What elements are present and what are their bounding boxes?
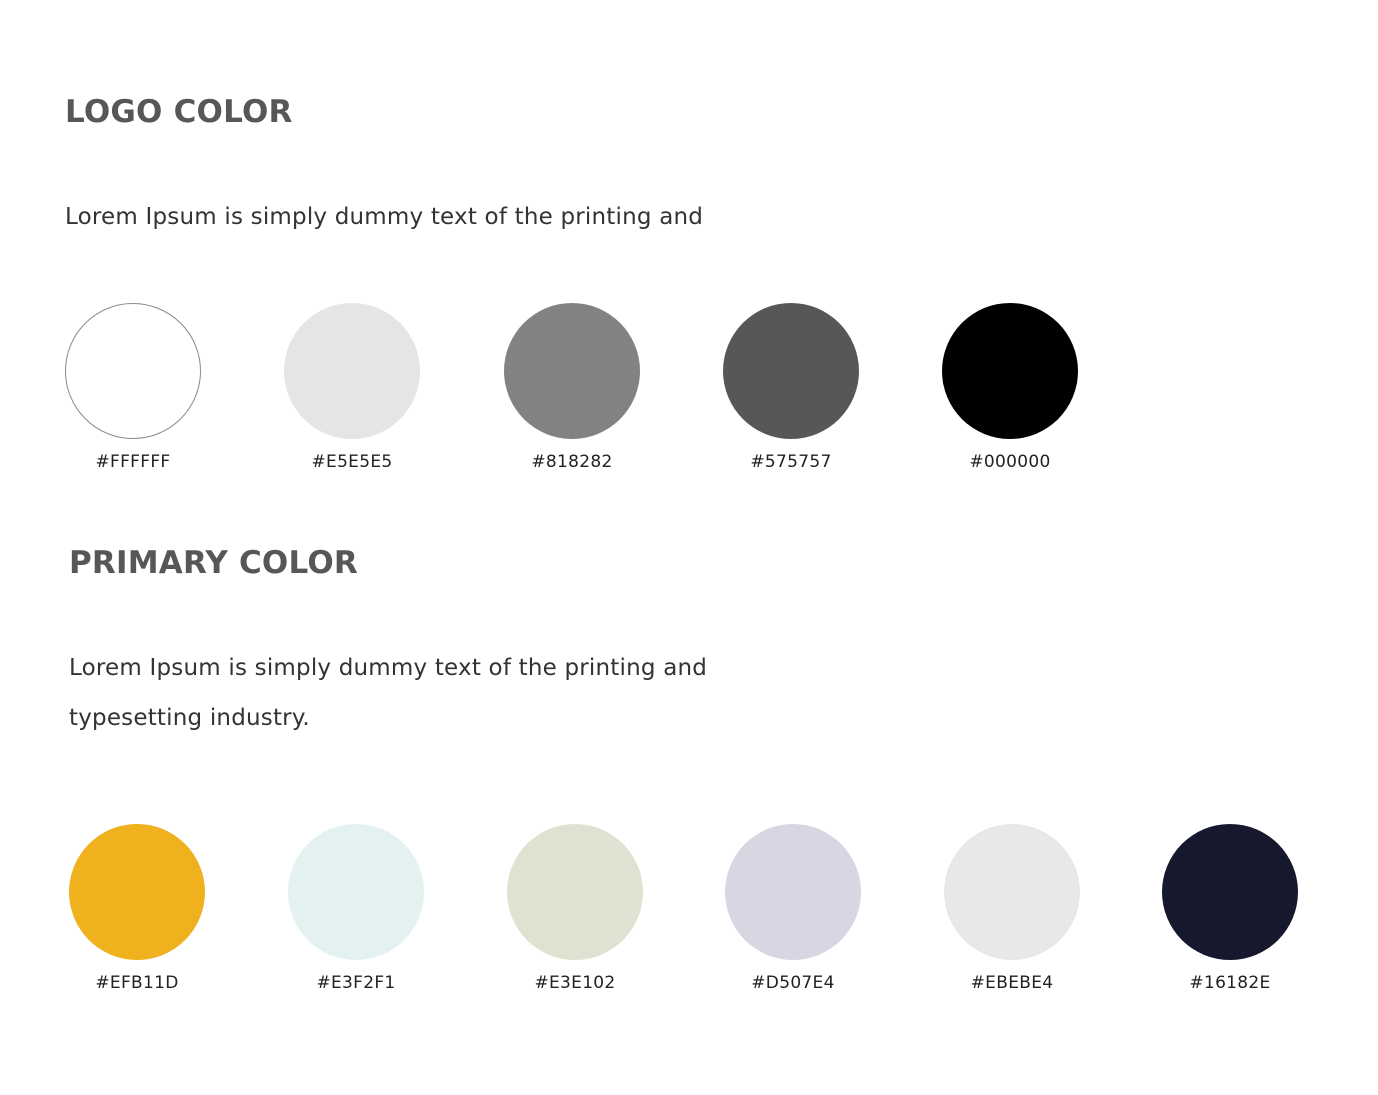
hex-label: #16182E [1189, 973, 1271, 993]
color-circle [284, 303, 420, 439]
logo-color-title: LOGO COLOR [65, 94, 293, 130]
hex-label: #FFFFFF [95, 452, 171, 472]
color-circle [942, 303, 1078, 439]
color-circle [1162, 824, 1298, 960]
swatch-black: #000000 [935, 303, 1085, 472]
swatch-mint: #E3F2F1 [281, 824, 431, 993]
swatch-dark-gray: #575757 [716, 303, 866, 472]
swatch-off-white: #EBEBE4 [937, 824, 1087, 993]
hex-label: #575757 [750, 452, 832, 472]
color-circle [723, 303, 859, 439]
primary-color-title: PRIMARY COLOR [69, 545, 358, 581]
hex-label: #818282 [531, 452, 613, 472]
swatch-beige: #E3E102 [500, 824, 650, 993]
primary-color-description: Lorem Ipsum is simply dummy text of the … [69, 643, 707, 743]
primary-color-description-line: Lorem Ipsum is simply dummy text of the … [69, 655, 708, 681]
swatch-light-gray: #E5E5E5 [277, 303, 427, 472]
color-circle [944, 824, 1080, 960]
color-circle [69, 824, 205, 960]
hex-label: #EBEBE4 [970, 973, 1054, 993]
hex-label: #E5E5E5 [311, 452, 393, 472]
swatch-mid-gray: #818282 [497, 303, 647, 472]
color-circle [725, 824, 861, 960]
swatch-lavender: #D507E4 [718, 824, 868, 993]
hex-label: #D507E4 [751, 973, 835, 993]
color-circle [507, 824, 643, 960]
logo-color-description-line: Lorem Ipsum is simply dummy text of the … [65, 204, 704, 230]
hex-label: #E3E102 [534, 973, 616, 993]
swatch-navy: #16182E [1155, 824, 1305, 993]
swatch-yellow: #EFB11D [62, 824, 212, 993]
color-circle [504, 303, 640, 439]
hex-label: #E3F2F1 [316, 973, 396, 993]
color-circle [288, 824, 424, 960]
hex-label: #000000 [969, 452, 1051, 472]
primary-color-description-line: typesetting industry. [69, 705, 310, 731]
hex-label: #EFB11D [95, 973, 179, 993]
color-circle [65, 303, 201, 439]
swatch-white: #FFFFFF [58, 303, 208, 472]
logo-color-description: Lorem Ipsum is simply dummy text of the … [65, 192, 703, 242]
